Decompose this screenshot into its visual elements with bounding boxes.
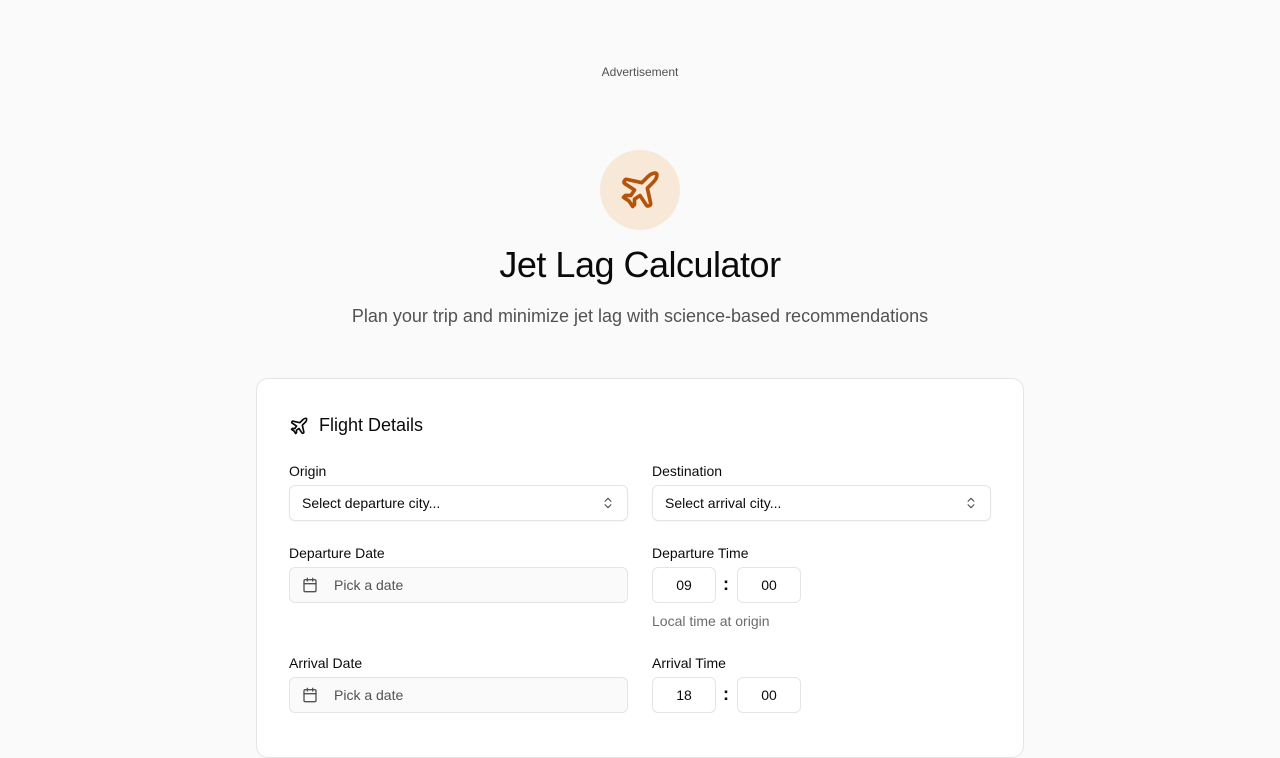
card-title: Flight Details bbox=[319, 415, 424, 435]
destination-label: Destination bbox=[652, 463, 723, 479]
hero-plane-badge bbox=[600, 150, 680, 230]
departure-minute-input[interactable]: 00 bbox=[737, 567, 801, 603]
arrival-time-separator: : bbox=[723, 684, 729, 704]
arrival-date-picker[interactable]: Pick a date bbox=[289, 677, 628, 713]
chevrons-up-down-icon bbox=[604, 497, 612, 509]
card-header: Flight Details bbox=[289, 415, 423, 436]
departure-hour-input[interactable]: 09 bbox=[652, 567, 716, 603]
page-title: Jet Lag Calculator bbox=[499, 244, 781, 285]
departure-date-picker[interactable]: Pick a date bbox=[289, 567, 628, 603]
departure-date-label: Departure Date bbox=[289, 545, 385, 561]
destination-select[interactable]: Select arrival city... bbox=[652, 485, 991, 521]
destination-select-placeholder: Select arrival city... bbox=[665, 495, 782, 511]
plane-icon bbox=[621, 171, 659, 209]
plane-icon bbox=[290, 417, 308, 434]
origin-select-placeholder: Select departure city... bbox=[302, 495, 441, 511]
page-subtitle: Plan your trip and minimize jet lag with… bbox=[351, 306, 929, 326]
calendar-icon bbox=[303, 687, 317, 703]
flight-details-card: Flight Details Origin Select departure c… bbox=[256, 378, 1024, 758]
arrival-date-placeholder: Pick a date bbox=[334, 687, 404, 703]
departure-time-separator: : bbox=[723, 574, 729, 594]
departure-date-placeholder: Pick a date bbox=[334, 577, 404, 593]
chevrons-up-down-icon bbox=[967, 497, 975, 509]
departure-time-hint: Local time at origin bbox=[652, 613, 770, 629]
departure-time-label: Departure Time bbox=[652, 545, 749, 561]
advertisement-label: Advertisement bbox=[601, 65, 679, 79]
arrival-minute-input[interactable]: 00 bbox=[737, 677, 801, 713]
arrival-date-label: Arrival Date bbox=[289, 655, 363, 671]
calendar-icon bbox=[303, 577, 317, 593]
arrival-hour-input[interactable]: 18 bbox=[652, 677, 716, 713]
origin-select[interactable]: Select departure city... bbox=[289, 485, 628, 521]
origin-label: Origin bbox=[289, 463, 327, 479]
arrival-time-label: Arrival Time bbox=[652, 655, 726, 671]
